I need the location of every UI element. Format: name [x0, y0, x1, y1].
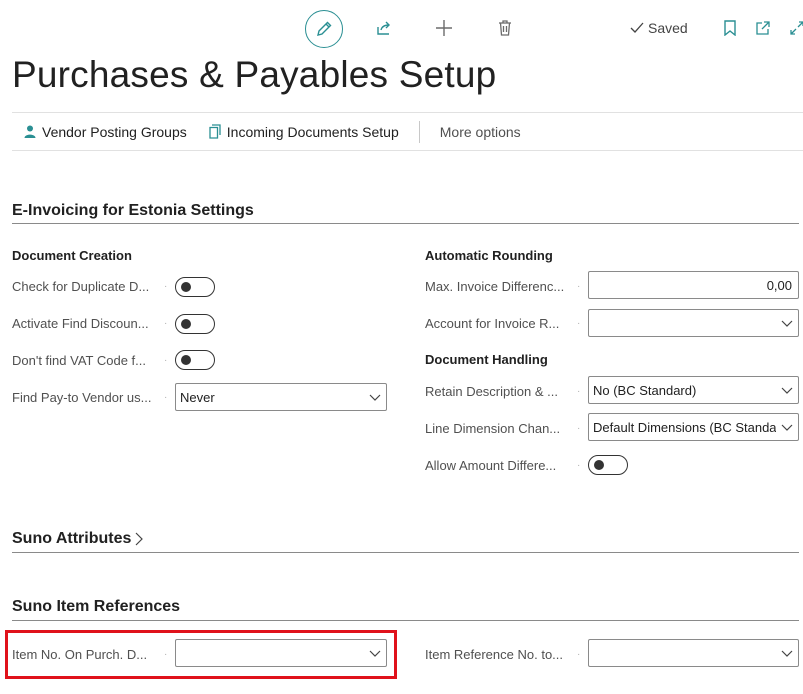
- page-title: Purchases & Payables Setup: [12, 54, 497, 95]
- popout-button[interactable]: [752, 17, 774, 39]
- expand-button[interactable]: [786, 17, 803, 39]
- find-payto-vendor-value: Never: [180, 389, 215, 405]
- bookmark-button[interactable]: [720, 17, 740, 39]
- person-icon: [24, 125, 36, 138]
- chevron-down-icon: [776, 650, 798, 657]
- check-duplicate-label: Check for Duplicate D...: [12, 279, 150, 294]
- saved-status: Saved: [630, 20, 688, 36]
- item-reference-no-select[interactable]: [588, 639, 799, 667]
- retain-description-label: Retain Description & ...: [425, 384, 558, 399]
- field-dots: ·: [164, 355, 168, 366]
- suno-attributes-section-title[interactable]: Suno Attributes: [12, 530, 144, 548]
- saved-label: Saved: [648, 20, 688, 36]
- highlight-box: [5, 630, 397, 679]
- field-dots: ·: [164, 392, 168, 403]
- field-dots: ·: [577, 386, 581, 397]
- line-dimension-select[interactable]: Default Dimensions (BC Standa: [588, 413, 799, 441]
- field-dots: ·: [577, 423, 581, 434]
- suno-attributes-label: Suno Attributes: [12, 530, 132, 547]
- activate-find-discount-toggle[interactable]: [175, 314, 215, 334]
- section-divider: [12, 223, 799, 224]
- checkmark-icon: [630, 22, 644, 33]
- open-new-window-icon: [756, 21, 770, 35]
- document-icon: [209, 124, 221, 139]
- einvoicing-section-title[interactable]: E-Invoicing for Estonia Settings: [12, 202, 254, 220]
- field-dots: ·: [164, 318, 168, 329]
- field-dots: ·: [577, 460, 581, 471]
- dont-find-vat-label: Don't find VAT Code f...: [12, 353, 146, 368]
- find-payto-vendor-select[interactable]: Never: [175, 383, 387, 411]
- account-invoice-rounding-select[interactable]: [588, 309, 799, 337]
- document-creation-group-title: Document Creation: [12, 248, 132, 263]
- line-dimension-value: Default Dimensions (BC Standa: [593, 419, 776, 435]
- section-divider: [12, 620, 799, 621]
- chevron-down-icon: [364, 394, 386, 401]
- retain-description-select[interactable]: No (BC Standard): [588, 376, 799, 404]
- chevron-right-icon: [135, 532, 144, 546]
- pencil-icon: [317, 21, 332, 36]
- suno-item-refs-label: Suno Item References: [12, 598, 181, 615]
- automatic-rounding-group-title: Automatic Rounding: [425, 248, 553, 263]
- activate-find-discount-label: Activate Find Discoun...: [12, 316, 149, 331]
- document-handling-group-title: Document Handling: [425, 352, 548, 367]
- incoming-documents-setup-action[interactable]: Incoming Documents Setup: [209, 124, 399, 140]
- share-icon: [377, 21, 390, 35]
- find-payto-vendor-label: Find Pay-to Vendor us...: [12, 390, 152, 405]
- action-bar: Vendor Posting Groups Incoming Documents…: [12, 112, 803, 151]
- allow-amount-diff-label: Allow Amount Differe...: [425, 458, 557, 473]
- more-options-button[interactable]: More options: [440, 124, 521, 140]
- field-dots: ·: [577, 649, 581, 660]
- vendor-posting-groups-action[interactable]: Vendor Posting Groups: [24, 124, 187, 140]
- expand-icon: [790, 21, 803, 35]
- plus-icon: [436, 20, 452, 36]
- delete-button[interactable]: [493, 16, 517, 40]
- edit-button[interactable]: [305, 10, 343, 48]
- line-dimension-label: Line Dimension Chan...: [425, 421, 561, 436]
- chevron-down-icon: [776, 424, 798, 431]
- retain-description-value: No (BC Standard): [593, 382, 697, 398]
- item-reference-no-label: Item Reference No. to...: [425, 647, 564, 662]
- trash-icon: [499, 20, 511, 36]
- dont-find-vat-toggle[interactable]: [175, 350, 215, 370]
- action-separator: [418, 120, 420, 143]
- max-invoice-diff-label: Max. Invoice Differenc...: [425, 279, 565, 294]
- new-button[interactable]: [432, 15, 456, 41]
- allow-amount-diff-toggle[interactable]: [588, 455, 628, 475]
- field-dots: ·: [577, 281, 581, 292]
- account-invoice-rounding-label: Account for Invoice R...: [425, 316, 560, 331]
- einvoicing-section-label: E-Invoicing for Estonia Settings: [12, 202, 254, 219]
- max-invoice-diff-input[interactable]: 0,00: [588, 271, 799, 299]
- incoming-documents-setup-label: Incoming Documents Setup: [226, 123, 399, 140]
- share-button[interactable]: [372, 16, 396, 40]
- suno-item-refs-section-title[interactable]: Suno Item References: [12, 598, 180, 616]
- field-dots: ·: [577, 318, 581, 329]
- bookmark-icon: [724, 20, 736, 36]
- check-duplicate-toggle[interactable]: [175, 277, 215, 297]
- field-dots: ·: [164, 281, 168, 292]
- section-divider: [12, 552, 799, 553]
- chevron-down-icon: [776, 387, 798, 394]
- chevron-down-icon: [776, 320, 798, 327]
- vendor-posting-groups-label: Vendor Posting Groups: [42, 123, 187, 140]
- top-toolbar: Saved: [0, 0, 803, 58]
